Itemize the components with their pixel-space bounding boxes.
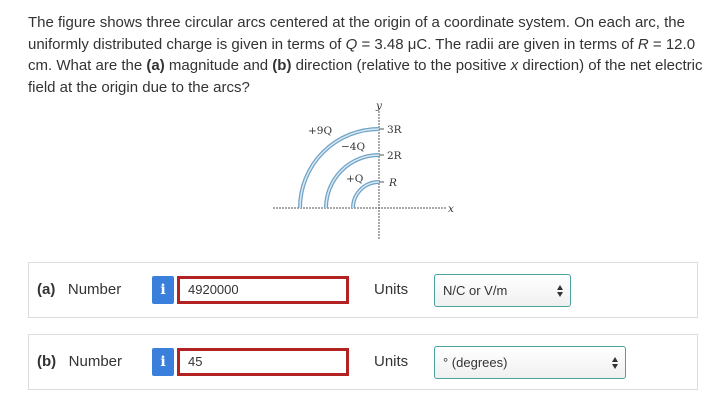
part-a-marker: (a) xyxy=(146,57,165,74)
question-text: The figure shows three circular arcs cen… xyxy=(28,12,708,98)
arc-inner-highlight xyxy=(352,181,380,209)
r-symbol: R xyxy=(637,35,649,53)
row-a-number-text: Number xyxy=(67,281,122,298)
unit-select-a-value: N/C or V/m xyxy=(443,283,508,298)
row-b-label: (b) Number xyxy=(37,353,122,370)
x-axis-label: x xyxy=(448,203,454,215)
question-part: direction (relative to the positive xyxy=(291,57,511,74)
y-axis-label: y xyxy=(375,100,383,112)
units-label-b: Units xyxy=(374,353,409,370)
arc-outer-charge-label: +9Q xyxy=(308,125,332,137)
info-icon[interactable]: i xyxy=(152,348,174,376)
row-b-number-text: Number xyxy=(68,353,123,370)
unit-select-b-value: ° (degrees) xyxy=(443,355,508,370)
answer-row-b: (b) Number i 45 Units ° (degrees) xyxy=(28,334,698,390)
part-b-marker: (b) xyxy=(272,57,292,74)
question-part: = 3.48 μC. The radii are given in terms … xyxy=(357,35,638,53)
radius-2r-label: 2R xyxy=(387,150,403,162)
unit-select-b[interactable]: ° (degrees) xyxy=(434,346,626,379)
arc-inner-charge-label: +Q xyxy=(346,173,364,185)
unit-select-a[interactable]: N/C or V/m xyxy=(434,274,571,307)
arcs-diagram: y x +9Q −4Q +Q 3R 2R R xyxy=(273,100,454,240)
info-icon[interactable]: i xyxy=(152,276,174,304)
magnitude-input[interactable]: 4920000 xyxy=(177,276,349,304)
arc-middle-charge-label: −4Q xyxy=(341,141,365,153)
arcs-figure: y x +9Q −4Q +Q 3R 2R R xyxy=(268,100,458,242)
updown-arrows-icon xyxy=(557,285,563,297)
answer-row-a: (a) Number i 4920000 Units N/C or V/m xyxy=(28,262,698,318)
row-a-label: (a) Number xyxy=(37,281,121,298)
question-part: magnitude and xyxy=(164,57,273,74)
radius-r-label: R xyxy=(388,177,397,189)
row-a-part: (a) xyxy=(37,281,56,298)
radius-3r-label: 3R xyxy=(387,124,403,136)
units-label-a: Units xyxy=(374,281,409,298)
arc-outer xyxy=(298,127,380,209)
updown-arrows-icon xyxy=(612,357,618,369)
row-b-part: (b) xyxy=(37,353,57,370)
q-symbol: Q xyxy=(345,35,358,53)
direction-input[interactable]: 45 xyxy=(177,348,349,376)
